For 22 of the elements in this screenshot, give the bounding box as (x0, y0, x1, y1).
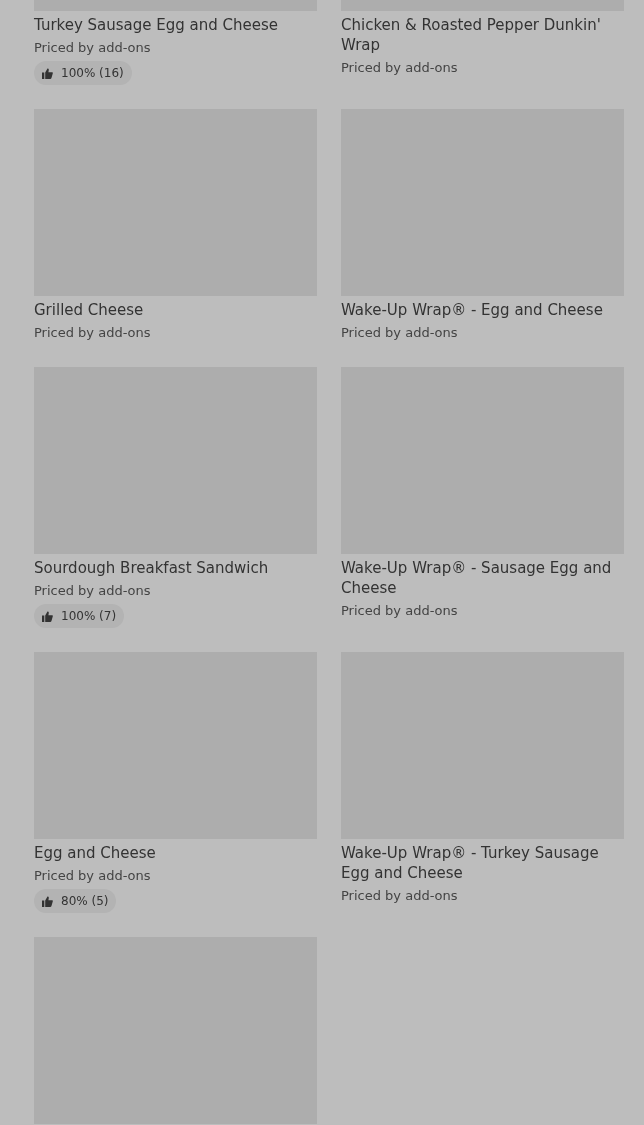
price-note: Priced by add-ons (34, 39, 151, 57)
price-note: Priced by add-ons (34, 867, 151, 885)
item-title[interactable]: Chicken & Roasted Pepper Dunkin' Wrap (341, 15, 624, 55)
price-note: Priced by add-ons (341, 59, 458, 77)
thumbs-up-icon (42, 610, 53, 622)
rating-text: 100% (7) (61, 609, 117, 623)
rating-text: 100% (16) (61, 66, 124, 80)
price-note: Priced by add-ons (341, 324, 458, 342)
item-title[interactable]: Sourdough Breakfast Sandwich (34, 558, 269, 578)
item-title[interactable]: Wake-Up Wrap® - Sausage Egg and Cheese (341, 558, 624, 598)
item-title[interactable]: Grilled Cheese (34, 300, 144, 320)
item-title[interactable]: Egg and Cheese (34, 843, 156, 863)
item-title[interactable]: Turkey Sausage Egg and Cheese (34, 15, 279, 35)
item-title[interactable]: Wake-Up Wrap® - Turkey Sausage Egg and Cheese (341, 843, 624, 883)
price-note: Priced by add-ons (341, 887, 458, 905)
thumbs-up-icon (42, 67, 53, 79)
price-note: Priced by add-ons (34, 324, 151, 342)
item-title[interactable]: Wake-Up Wrap® - Egg and Cheese (341, 300, 603, 320)
price-note: Priced by add-ons (34, 582, 151, 600)
rating-text: 80% (5) (61, 894, 109, 908)
price-note: Priced by add-ons (341, 602, 458, 620)
thumbs-up-icon (42, 895, 53, 907)
